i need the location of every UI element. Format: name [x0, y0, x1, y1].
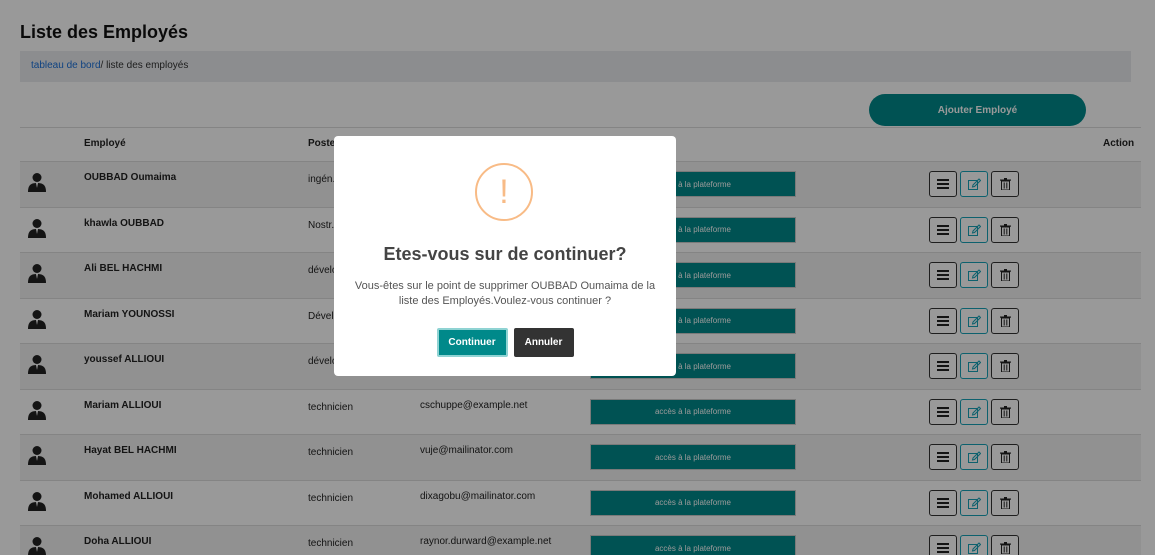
dialog-message: Vous-êtes sur le point de supprimer OUBB…	[354, 280, 656, 307]
dialog-title: Etes-vous sur de continuer?	[383, 244, 627, 264]
confirm-delete-dialog: ! Etes-vous sur de continuer? Vous-êtes …	[334, 136, 676, 376]
continue-button[interactable]: Continuer	[436, 328, 508, 357]
cancel-button[interactable]: Annuler	[513, 328, 574, 357]
employee-list-page: Liste des Employés tableau de bord/ list…	[0, 0, 1155, 555]
dialog-buttons: Continuer Annuler	[334, 328, 676, 357]
warning-icon: !	[475, 163, 533, 221]
